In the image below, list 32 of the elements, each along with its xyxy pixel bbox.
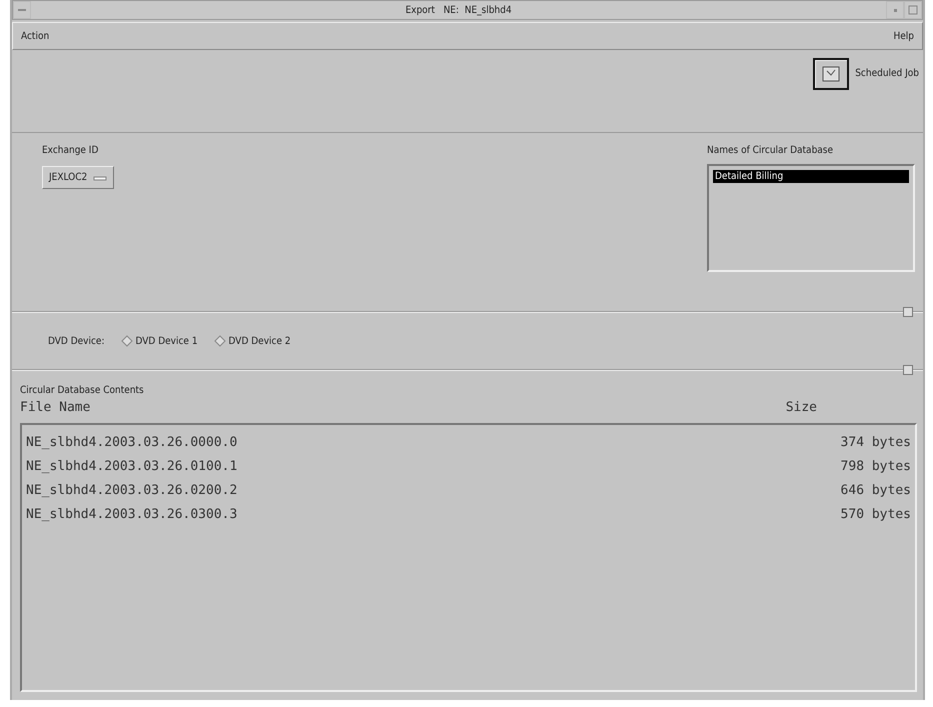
exchange-id-dropdown[interactable]: JEXLOC2 [42,166,114,189]
scheduled-job-label: Scheduled Job [855,68,919,79]
dash-icon [17,7,27,13]
dvd-device-label: DVD Device: [48,336,104,346]
file-size: 798 bytes [840,458,911,476]
column-header: File Name [20,400,90,415]
window-menu-button[interactable] [13,1,31,19]
file-name: NE_slbhd4.2003.03.26.0200.2 [26,482,238,500]
sash-handle[interactable] [903,307,913,317]
scheduled-job-button[interactable] [813,58,850,90]
maximize-icon [908,5,918,15]
database-list-item[interactable]: Detailed Billing [713,170,909,183]
contents-label: Circular Database Contents [20,385,145,396]
file-size: 374 bytes [840,434,911,452]
file-size: 646 bytes [840,482,911,500]
option-menu-icon [93,174,108,180]
file-name: NE_slbhd4.2003.03.26.0000.0 [26,434,238,452]
column-header: Size [786,400,817,415]
sash-handle[interactable] [903,365,913,375]
file-name: NE_slbhd4.2003.03.26.0300.3 [26,506,238,524]
database-names-label: Names of Circular Database [707,145,834,156]
dvd-device-radio[interactable]: DVD Device 2 [214,335,291,347]
minimize-button[interactable] [886,1,904,19]
menu-item[interactable]: Help [893,30,914,42]
exchange-id-label: Exchange ID [42,145,98,156]
file-name: NE_slbhd4.2003.03.26.0100.1 [26,458,238,476]
maximize-button[interactable] [904,1,922,19]
window-title: Export NE: NE_slbhd4 [404,4,513,16]
minimize-icon [892,7,898,13]
dvd-device-radio[interactable]: DVD Device 1 [120,335,198,347]
file-size: 570 bytes [840,506,911,524]
menu-item[interactable]: Action [21,30,50,42]
